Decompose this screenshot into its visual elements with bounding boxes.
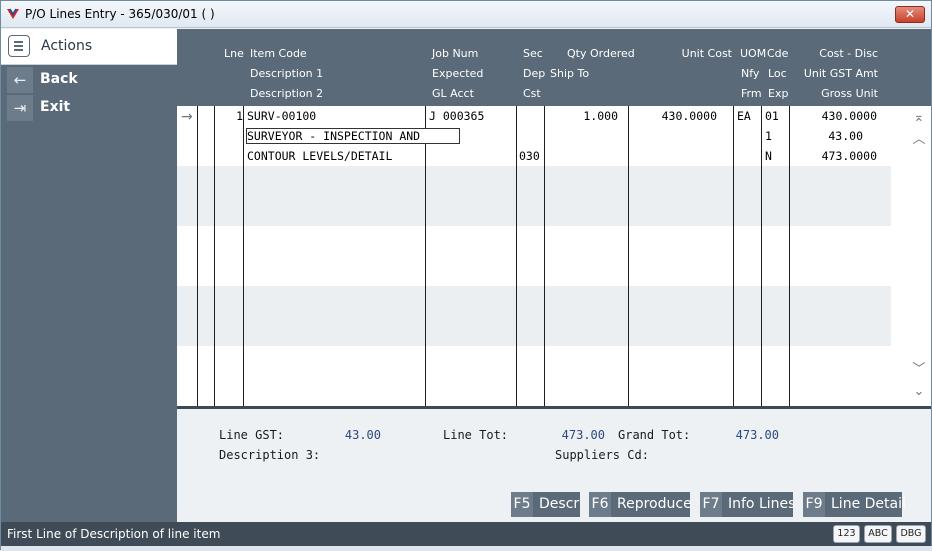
header-uom: UOM [740, 47, 767, 60]
cell-qty-ordered[interactable]: 1.000 [545, 109, 618, 123]
actions-header[interactable]: Actions [1, 29, 177, 65]
header-description-1: Description 1 [250, 67, 324, 80]
f9-key-label: F9 [803, 492, 825, 517]
header-item-code: Item Code [250, 47, 307, 60]
header-qty-ordered: Qty Ordered [567, 47, 635, 60]
line-gst-label: Line GST: [219, 428, 285, 442]
alpha-mode-badge[interactable]: ABC [864, 525, 892, 543]
cell-uom[interactable]: EA [737, 109, 751, 123]
header-ship-to: Ship To [550, 67, 590, 80]
header-unit-cost: Unit Cost [681, 47, 732, 60]
app-logo-icon [7, 8, 19, 19]
line-gst-value: 43.00 [344, 428, 381, 442]
f9-button-label: Line Detail [831, 496, 906, 512]
close-button[interactable]: ✕ [895, 6, 925, 23]
header-gross-unit: Gross Unit [821, 87, 878, 100]
back-arrow-icon: ← [7, 67, 33, 93]
grid-header: Lne Item Code Description 1 Description … [177, 29, 931, 106]
sidebar: Actions ← Back ⇥ Exit [1, 29, 177, 522]
scroll-top-icon[interactable]: ⌅ [910, 110, 928, 128]
description-3-label: Description 3: [219, 448, 321, 462]
f5-descr-button[interactable]: F5 Descr [511, 492, 580, 517]
line-tot-value: 473.00 [561, 428, 605, 442]
grid-column-divider [761, 106, 762, 406]
title-bar: P/O Lines Entry - 365/030/01 ( ) ✕ [1, 1, 931, 28]
header-description-2: Description 2 [250, 87, 324, 100]
header-nfy: Nfy [741, 67, 760, 80]
grid-column-divider [243, 106, 244, 406]
header-lne: Lne [224, 47, 244, 60]
scroll-down-icon[interactable]: ﹀ [910, 362, 928, 380]
f9-line-detail-button[interactable]: F9 Line Detail [803, 492, 906, 517]
grid-column-divider [544, 106, 545, 406]
grid-column-divider [214, 106, 215, 406]
grid-column-divider [425, 106, 426, 406]
header-sec: Sec [523, 47, 543, 60]
f5-button-label: Descr [539, 496, 580, 512]
grid-scrollbar[interactable]: ⌅ ︿ ﹀ ⌄ [907, 106, 931, 406]
grid-row-band [177, 166, 891, 226]
cell-description-2[interactable]: CONTOUR LEVELS/DETAIL [247, 149, 392, 163]
grid-row-band [177, 286, 891, 346]
window-title: P/O Lines Entry - 365/030/01 ( ) [25, 7, 215, 21]
f6-reproduce-button[interactable]: F6 Reproduce [589, 492, 692, 517]
sidebar-item-back[interactable]: ← Back [5, 67, 173, 93]
header-cost-disc: Cost - Disc [819, 47, 878, 60]
grid-column-divider [789, 106, 790, 406]
f7-key-label: F7 [700, 492, 722, 517]
cell-unit-gst-amt[interactable]: 43.00 [791, 129, 863, 143]
exit-icon: ⇥ [7, 95, 33, 121]
current-row-arrow-icon: → [181, 109, 193, 125]
bottom-strip [1, 546, 932, 551]
cell-gross-unit[interactable]: 473.0000 [791, 149, 877, 163]
cell-unit-cost[interactable]: 430.0000 [629, 109, 717, 123]
status-bar: First Line of Description of line item 1… [1, 522, 931, 546]
f7-button-label: Info Lines [728, 496, 796, 512]
f6-button-label: Reproduce [617, 496, 692, 512]
scroll-up-icon[interactable]: ︿ [910, 132, 928, 150]
actions-label: Actions [41, 38, 93, 54]
cell-cst[interactable]: 030 [519, 149, 540, 163]
sidebar-item-label: Exit [40, 99, 71, 115]
sidebar-item-label: Back [40, 71, 78, 87]
sidebar-item-exit[interactable]: ⇥ Exit [5, 95, 173, 121]
main-panel: Lne Item Code Description 1 Description … [177, 29, 931, 522]
grid-column-divider [516, 106, 517, 406]
f5-key-label: F5 [511, 492, 533, 517]
cell-cde[interactable]: 01 [765, 109, 779, 123]
menu-icon [8, 35, 30, 57]
header-job-num: Job Num [432, 47, 479, 60]
numeric-mode-badge[interactable]: 123 [833, 525, 860, 543]
header-cst: Cst [523, 87, 541, 100]
scroll-bottom-icon[interactable]: ⌄ [910, 384, 928, 402]
suppliers-cd-label: Suppliers Cd: [555, 448, 649, 462]
grid-column-divider [733, 106, 734, 406]
f6-key-label: F6 [589, 492, 611, 517]
grid-column-divider [628, 106, 629, 406]
debug-badge[interactable]: DBG [896, 525, 926, 543]
grid-column-divider [197, 106, 198, 406]
cell-cost-disc[interactable]: 430.0000 [791, 109, 877, 123]
header-unit-gst-amt: Unit GST Amt [803, 67, 878, 80]
grand-tot-label: Grand Tot: [618, 428, 691, 442]
line-tot-label: Line Tot: [443, 428, 509, 442]
header-gl-acct: GL Acct [432, 87, 474, 100]
status-text: First Line of Description of line item [7, 527, 221, 541]
header-dep: Dep [523, 67, 546, 80]
header-expected: Expected [432, 67, 484, 80]
cell-exp[interactable]: N [765, 149, 772, 163]
cell-line-no: 1 [236, 109, 243, 123]
cell-loc[interactable]: 1 [765, 129, 772, 143]
cell-item-code[interactable]: SURV-00100 [247, 109, 316, 123]
po-lines-entry-window: P/O Lines Entry - 365/030/01 ( ) ✕ Actio… [0, 0, 932, 551]
po-lines-grid[interactable]: → 1 SURV-00100 SURVEYOR - INSPECTION AND… [177, 106, 931, 406]
grid-bottom-border [177, 406, 931, 409]
grand-tot-value: 473.00 [735, 428, 779, 442]
f7-info-lines-button[interactable]: F7 Info Lines [700, 492, 796, 517]
cell-job-num[interactable]: J 000365 [429, 109, 484, 123]
cell-description-1[interactable]: SURVEYOR - INSPECTION AND [247, 129, 420, 143]
header-frm: Frm [741, 87, 762, 100]
